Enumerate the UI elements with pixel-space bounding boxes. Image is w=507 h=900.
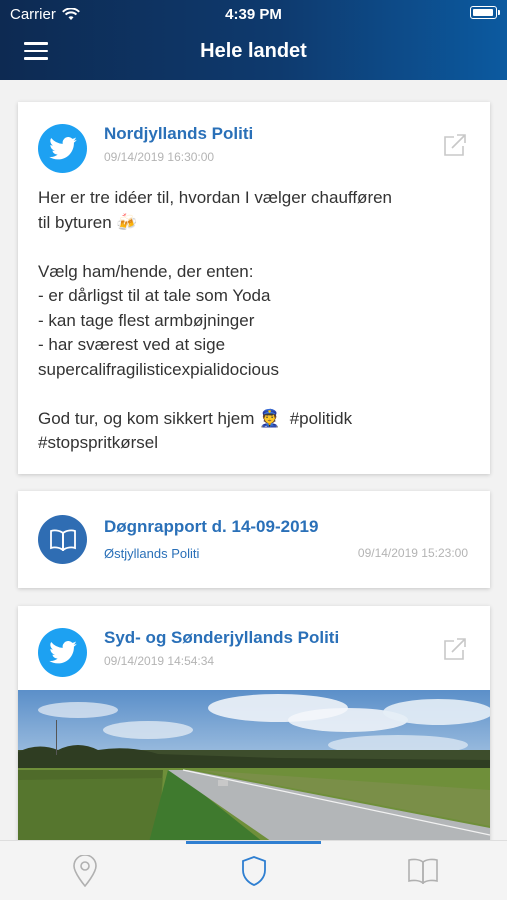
status-time: 4:39 PM	[225, 6, 282, 23]
twitter-icon	[38, 124, 87, 173]
external-link-icon[interactable]	[442, 132, 468, 158]
report-card[interactable]: Døgnrapport d. 14-09-2019 Østjyllands Po…	[18, 491, 490, 588]
app-header: Carrier 4:39 PM Hele landet	[0, 0, 507, 80]
report-source: Østjyllands Politi	[104, 546, 200, 561]
report-timestamp: 09/14/2019 15:23:00	[357, 546, 468, 560]
tab-bar	[0, 840, 507, 900]
page-title: Hele landet	[200, 40, 307, 62]
battery-icon	[470, 6, 500, 19]
tab-news[interactable]	[169, 841, 338, 900]
book-icon	[407, 858, 438, 884]
news-feed[interactable]: Nordjyllands Politi 09/14/2019 16:30:00 …	[0, 80, 507, 840]
tweet-card[interactable]: Syd- og Sønderjyllands Politi 09/14/2019…	[18, 606, 490, 840]
external-link-icon[interactable]	[442, 636, 468, 662]
status-bar: Carrier 4:39 PM	[0, 0, 507, 28]
tweet-timestamp: 09/14/2019 16:30:00	[104, 150, 215, 164]
tweet-card[interactable]: Nordjyllands Politi 09/14/2019 16:30:00 …	[18, 102, 490, 474]
twitter-icon	[38, 628, 87, 677]
book-icon	[38, 515, 87, 564]
police-shield-icon	[241, 856, 266, 886]
report-title[interactable]: Døgnrapport d. 14-09-2019	[104, 517, 318, 537]
tab-reports[interactable]	[338, 841, 507, 900]
tweet-author[interactable]: Nordjyllands Politi	[104, 124, 253, 144]
tweet-timestamp: 09/14/2019 14:54:34	[104, 654, 215, 668]
nav-bar: Hele landet	[0, 28, 507, 78]
location-pin-icon	[72, 855, 97, 887]
tweet-author[interactable]: Syd- og Sønderjyllands Politi	[104, 628, 339, 648]
tweet-photo[interactable]	[18, 690, 490, 840]
tab-map[interactable]	[0, 841, 169, 900]
tweet-text: Her er tre idéer til, hvordan I vælger c…	[38, 188, 393, 452]
